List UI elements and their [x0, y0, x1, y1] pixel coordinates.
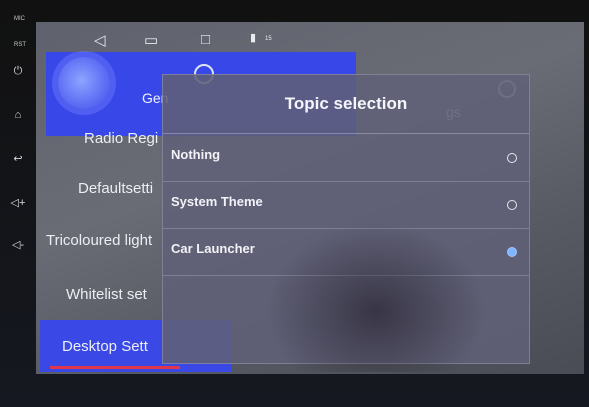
selected-underline [50, 366, 180, 369]
menu-item-radio-region[interactable]: Radio Regi [84, 130, 158, 147]
radio-button-selected[interactable] [507, 247, 517, 257]
radio-button[interactable] [507, 153, 517, 163]
volume-down-icon[interactable]: ◁- [6, 236, 30, 254]
option-nothing[interactable]: Nothing [163, 135, 529, 182]
mic-label: MIC [14, 16, 25, 22]
menu-item-whitelist[interactable]: Whitelist set [66, 286, 147, 303]
rst-label: RST [14, 42, 26, 48]
option-label: Car Launcher [171, 241, 255, 256]
recents-icon[interactable]: □ [201, 31, 210, 48]
home-side-icon[interactable]: ⌂ [6, 106, 30, 124]
volume-level: 15 [265, 36, 272, 42]
topic-selection-dialog: Topic selection Nothing System Theme Car… [162, 74, 530, 364]
volume-up-icon[interactable]: ◁+ [6, 194, 30, 212]
menu-item-desktop-settings[interactable]: Desktop Sett [62, 338, 148, 355]
back-icon[interactable]: ◁ [94, 31, 106, 49]
option-system-theme[interactable]: System Theme [163, 182, 529, 229]
home-icon[interactable]: ▭ [144, 31, 158, 49]
menu-item-tricoloured-light[interactable]: Tricoloured light [46, 232, 152, 249]
avatar [58, 57, 110, 109]
menu-item-default-settings[interactable]: Defaultsetti [78, 180, 153, 197]
option-car-launcher[interactable]: Car Launcher [163, 229, 529, 276]
volume-icon: ▮ [250, 32, 257, 44]
radio-button[interactable] [507, 200, 517, 210]
dialog-title: Topic selection [163, 75, 529, 134]
option-label: Nothing [171, 147, 221, 162]
option-label: System Theme [171, 194, 263, 209]
screen: ◁ ▭ □ ▮ 15 Gen gs Radio Regi Defaultsett… [36, 22, 584, 374]
power-icon[interactable]: ⏻ [6, 62, 30, 80]
back-side-icon[interactable]: ↩ [6, 150, 30, 168]
